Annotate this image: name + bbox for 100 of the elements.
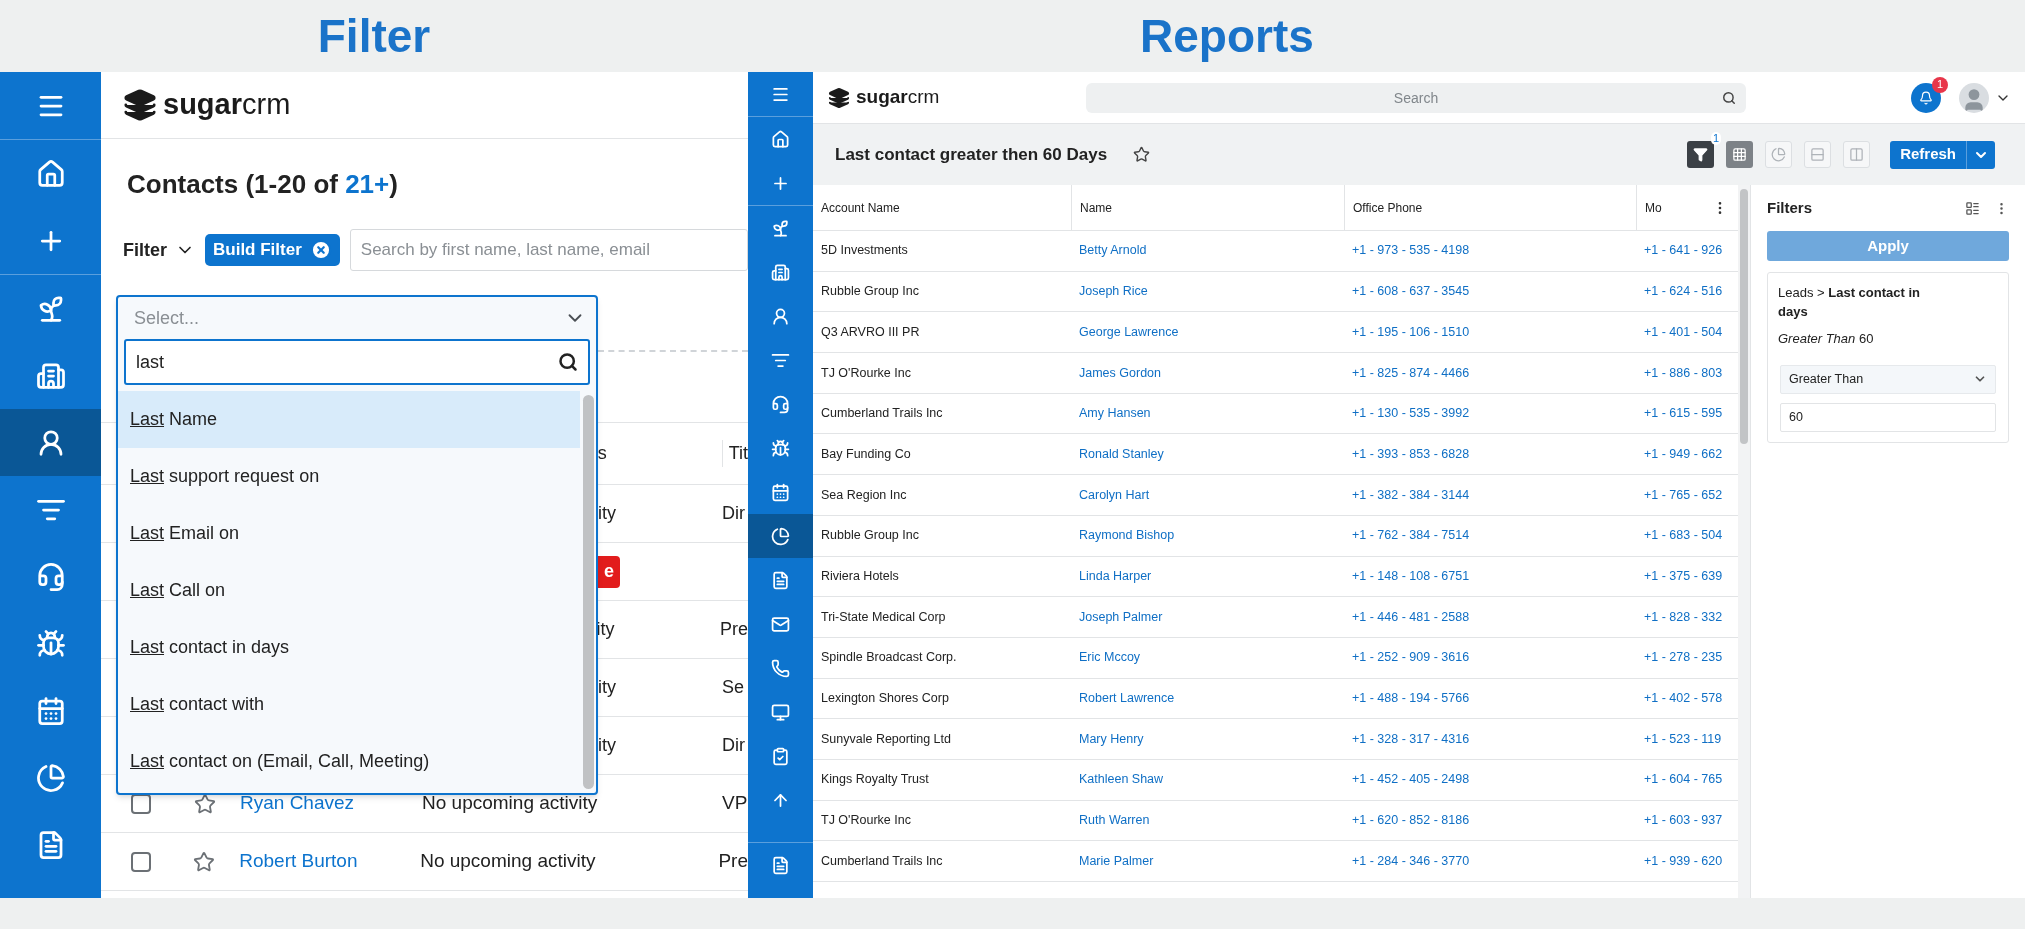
table-cell-text: Dir	[722, 734, 745, 757]
contact-name-link[interactable]: Linda Harper	[1071, 566, 1344, 586]
table-cell-text: Se	[722, 676, 745, 699]
phone-link[interactable]: +1 - 939 - 620	[1636, 851, 1738, 871]
status-badge: e	[598, 555, 620, 588]
contact-name-link[interactable]: Kathleen Shaw	[1071, 770, 1344, 790]
contact-name-link[interactable]: Raymond Bishop	[1071, 526, 1344, 546]
contact-name-link[interactable]: Joseph Palmer	[1071, 607, 1344, 627]
favorite-star-icon[interactable]	[1133, 146, 1151, 163]
global-search-field[interactable]: Search	[1086, 82, 1746, 113]
view-toggle-button[interactable]	[1726, 141, 1754, 168]
clipboard-check-icon	[771, 746, 790, 766]
phone-link[interactable]: +1 - 886 - 803	[1636, 363, 1738, 383]
notifications-button[interactable]	[1911, 82, 1941, 113]
phone-link[interactable]: +1 - 382 - 384 - 3144	[1344, 485, 1636, 505]
phone-link[interactable]: +1 - 328 - 317 - 4316	[1344, 729, 1636, 749]
phone-link[interactable]: +1 - 284 - 346 - 3770	[1344, 851, 1636, 871]
contact-name-link[interactable]: Robert Burton	[239, 847, 421, 876]
phone-link[interactable]: +1 - 252 - 909 - 3616	[1344, 648, 1636, 668]
contact-name-link[interactable]: George Lawrence	[1071, 322, 1344, 342]
logo-text: sugarcrm	[163, 87, 291, 123]
phone-link[interactable]: +1 - 393 - 853 - 6828	[1344, 444, 1636, 464]
sidebar-item[interactable]	[748, 514, 813, 558]
phone-link[interactable]: +1 - 130 - 535 - 3992	[1344, 404, 1636, 423]
phone-link[interactable]: +1 - 615 - 595	[1636, 404, 1738, 423]
phone-link[interactable]: +1 - 148 - 108 - 6751	[1344, 566, 1636, 586]
contact-name-link[interactable]: Ruth Warren	[1071, 811, 1344, 830]
contact-name-link[interactable]: Marie Palmer	[1071, 851, 1344, 871]
avatar[interactable]	[1959, 82, 1989, 113]
refresh-button[interactable]: Refresh	[1890, 140, 1967, 169]
phone-link[interactable]: +1 - 828 - 332	[1636, 607, 1738, 627]
phone-link[interactable]: +1 - 488 - 194 - 5766	[1344, 689, 1636, 708]
phone-link[interactable]: +1 - 604 - 765	[1636, 770, 1738, 790]
bug-icon	[35, 628, 66, 659]
scrollbar-thumb[interactable]	[1740, 189, 1748, 444]
phone-link[interactable]: +1 - 278 - 235	[1636, 648, 1738, 668]
phone-link[interactable]: +1 - 620 - 852 - 8186	[1344, 811, 1636, 830]
view-toggle-button[interactable]	[1687, 141, 1715, 168]
build-filter-chip[interactable]: Build Filter	[205, 234, 340, 266]
column-header: Office Phone	[1353, 199, 1423, 217]
pie-chart-icon	[771, 526, 790, 546]
phone-link[interactable]: +1 - 641 - 926	[1636, 241, 1738, 261]
phone-link[interactable]: +1 - 683 - 504	[1636, 526, 1738, 546]
calendar-icon	[35, 695, 66, 726]
row-checkbox[interactable]	[130, 851, 151, 872]
phone-link[interactable]: +1 - 375 - 639	[1636, 566, 1738, 586]
contact-name-link[interactable]: Mary Henry	[1071, 729, 1344, 749]
phone-link[interactable]: +1 - 523 - 119	[1636, 729, 1738, 749]
favorite-star-icon[interactable]	[194, 792, 216, 815]
table-cell-text: Pre	[718, 849, 748, 874]
home-icon	[35, 158, 66, 189]
phone-link[interactable]: +1 - 608 - 637 - 3545	[1344, 282, 1636, 301]
view-toggle-button[interactable]	[1804, 141, 1832, 168]
contact-name-link[interactable]: Eric Mccoy	[1071, 648, 1344, 668]
phone-link[interactable]: +1 - 765 - 652	[1636, 485, 1738, 505]
select-placeholder[interactable]: Select...	[134, 304, 200, 332]
filter-menu[interactable]: Filter	[123, 236, 195, 264]
table-cell-text: ity	[598, 734, 617, 757]
home-icon	[771, 129, 790, 149]
table-cell-text: Lexington Shores Corp	[820, 690, 950, 708]
phone-link[interactable]: +1 - 402 - 578	[1636, 689, 1738, 708]
contact-name-link[interactable]: Joseph Rice	[1071, 282, 1344, 301]
dropdown-search-field[interactable]: last	[124, 339, 590, 385]
filter-summary: Greater Than 60	[1778, 330, 1875, 348]
list-icon[interactable]	[1965, 200, 1980, 216]
phone-link[interactable]: +1 - 825 - 874 - 4466	[1344, 363, 1636, 383]
dropdown-option[interactable]: Last Name	[118, 391, 580, 448]
value-field[interactable]: 60	[1780, 402, 1996, 432]
contact-name-link[interactable]: James Gordon	[1071, 363, 1344, 383]
table-cell-text: Rubble Group Inc	[820, 283, 920, 301]
document-icon	[771, 570, 790, 590]
phone-link[interactable]: +1 - 195 - 106 - 1510	[1344, 322, 1636, 342]
contact-name-link[interactable]: Ronald Stanley	[1071, 444, 1344, 464]
sprout-icon	[771, 218, 790, 238]
contact-name-link[interactable]: Robert Lawrence	[1071, 689, 1344, 708]
sidebar-item[interactable]	[0, 409, 101, 476]
phone-link[interactable]: +1 - 624 - 516	[1636, 282, 1738, 301]
row-checkbox[interactable]	[131, 793, 151, 814]
phone-link[interactable]: +1 - 452 - 405 - 2498	[1344, 770, 1636, 790]
phone-link[interactable]: +1 - 973 - 535 - 4198	[1344, 241, 1636, 261]
phone-link[interactable]: +1 - 762 - 384 - 7514	[1344, 526, 1636, 546]
favorite-star-icon[interactable]	[193, 850, 216, 873]
phone-link[interactable]: +1 - 446 - 481 - 2588	[1344, 607, 1636, 627]
building-icon	[771, 262, 790, 282]
refresh-menu-button[interactable]	[1967, 140, 1995, 169]
phone-icon	[771, 658, 790, 678]
table-cell-text: TJ O'Rourke Inc	[820, 812, 912, 830]
view-toggle-button[interactable]	[1765, 141, 1793, 168]
search-field[interactable]: Search by first name, last name, email	[349, 229, 748, 271]
contact-name-link[interactable]: Carolyn Hart	[1071, 485, 1344, 505]
contact-name-link[interactable]: Amy Hansen	[1071, 404, 1344, 423]
phone-link[interactable]: +1 - 949 - 662	[1636, 444, 1738, 464]
phone-link[interactable]: +1 - 401 - 504	[1636, 322, 1738, 342]
phone-link[interactable]: +1 - 603 - 937	[1636, 811, 1738, 830]
pie-chart-icon	[35, 762, 66, 793]
contact-name-link[interactable]: Betty Arnold	[1071, 241, 1344, 261]
operator-select[interactable]: Greater Than	[1780, 364, 1996, 394]
view-toggle-button[interactable]	[1843, 141, 1871, 168]
headset-icon	[35, 561, 66, 592]
scrollbar-thumb[interactable]	[582, 395, 594, 789]
